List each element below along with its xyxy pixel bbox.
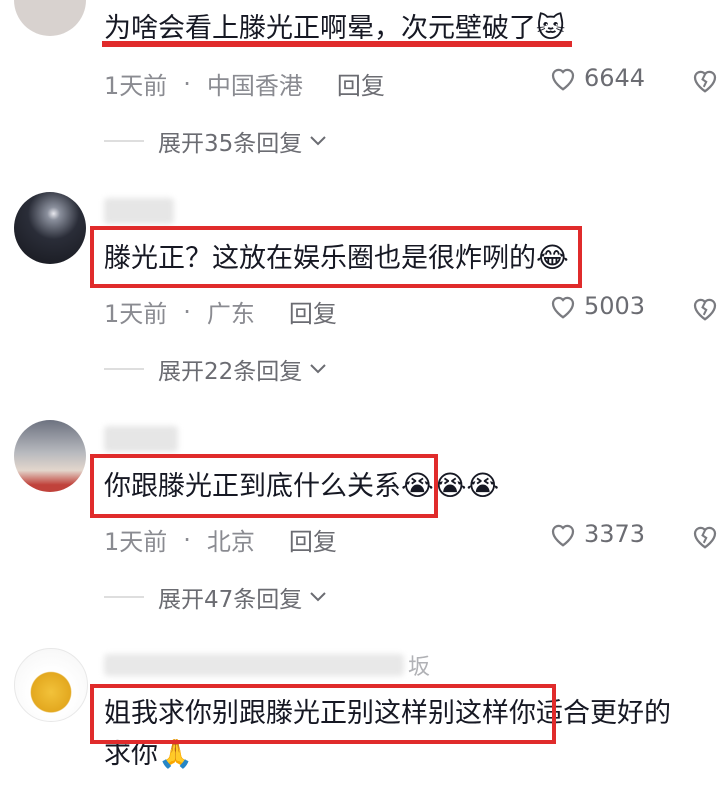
cat-emoji-icon: 🐱 (536, 11, 566, 44)
broken-heart-icon (693, 70, 717, 93)
expand-label: 展开22条回复 (158, 359, 303, 385)
highlight-box (90, 454, 438, 518)
heart-outline-icon (551, 68, 575, 91)
broken-heart-icon (693, 526, 717, 549)
comment-location: 广东 (206, 300, 255, 328)
reply-button[interactable]: 回复 (337, 66, 385, 101)
comment-time: 1天前 (104, 72, 168, 100)
dislike-button[interactable] (690, 66, 720, 98)
like-count: 5003 (584, 292, 646, 320)
comment-meta: 1天前 · 中国香港 回复 (104, 66, 385, 101)
expand-replies-button[interactable]: 展开47条回复 (104, 580, 328, 614)
like-button[interactable]: 5003 (548, 292, 645, 320)
comment-location: 北京 (206, 528, 255, 556)
avatar[interactable] (14, 420, 86, 492)
like-button[interactable]: 3373 (548, 520, 645, 548)
reply-button[interactable]: 回复 (289, 294, 337, 329)
comment-meta: 1天前 · 广东 回复 (104, 294, 337, 329)
dislike-button[interactable] (690, 522, 720, 554)
chevron-down-icon (310, 136, 326, 146)
comment-time: 1天前 (104, 300, 168, 328)
username[interactable] (104, 426, 178, 452)
heart-outline-icon (551, 296, 575, 319)
username[interactable]: 坂 (104, 652, 430, 680)
highlight-underline (102, 41, 572, 47)
comment-location: 中国香港 (206, 72, 303, 100)
highlight-box (90, 226, 582, 288)
broken-heart-icon (693, 298, 717, 321)
avatar[interactable] (14, 648, 88, 722)
like-button[interactable]: 6644 (548, 64, 645, 92)
expand-label: 展开47条回复 (158, 587, 303, 613)
highlight-box (90, 684, 556, 744)
avatar[interactable] (14, 192, 86, 264)
heart-outline-icon (551, 524, 575, 547)
comment-meta: 1天前 · 北京 回复 (104, 522, 337, 557)
like-count: 3373 (584, 520, 646, 548)
dislike-button[interactable] (690, 294, 720, 326)
like-count: 6644 (584, 64, 646, 92)
chevron-down-icon (310, 592, 326, 602)
username[interactable] (104, 198, 174, 224)
expand-label: 展开35条回复 (158, 131, 303, 157)
expand-replies-button[interactable]: 展开35条回复 (104, 124, 328, 158)
avatar[interactable] (14, 0, 86, 36)
chevron-down-icon (310, 364, 326, 374)
comment-time: 1天前 (104, 528, 168, 556)
expand-replies-button[interactable]: 展开22条回复 (104, 352, 328, 386)
reply-button[interactable]: 回复 (289, 522, 337, 557)
